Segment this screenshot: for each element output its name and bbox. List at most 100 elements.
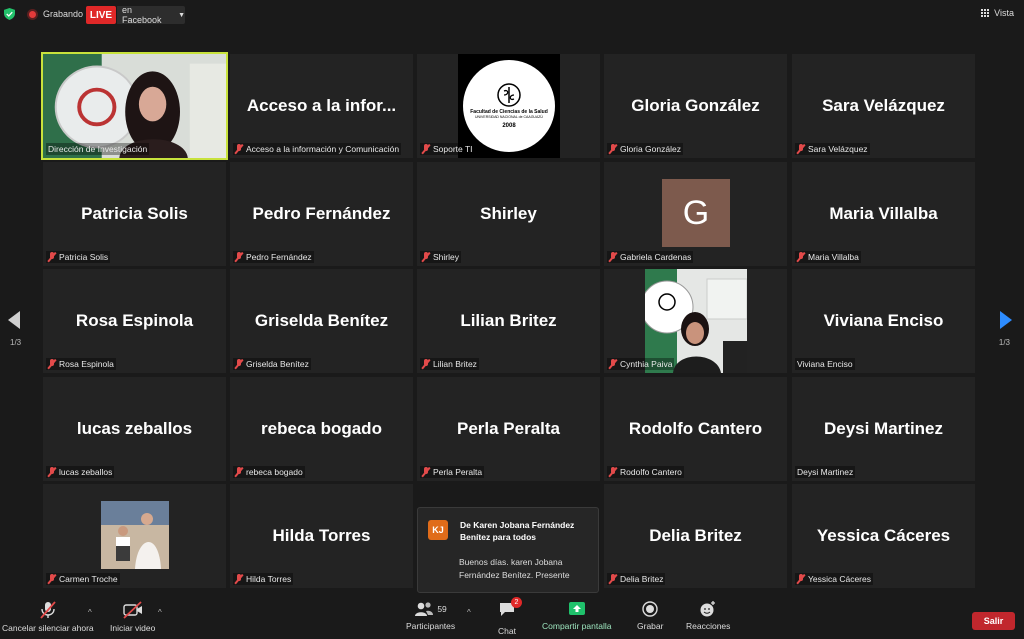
video-options-caret-icon[interactable]: ^	[158, 608, 162, 617]
participants-count: 59	[437, 604, 447, 614]
participant-tile[interactable]: Gloria González Gloria González	[604, 54, 787, 158]
participant-tile[interactable]: Carmen Troche	[43, 484, 226, 588]
participant-tile[interactable]: Dirección de Investigación	[41, 52, 228, 160]
participant-tile[interactable]: Perla Peralta Perla Peralta	[417, 377, 600, 481]
participant-name: Patricia Solis	[59, 252, 109, 262]
unmute-button[interactable]: Cancelar silenciar ahora	[2, 600, 94, 633]
participants-group: 59	[414, 600, 447, 618]
participant-name: Shirley	[433, 252, 459, 262]
mic-muted-icon	[422, 359, 430, 369]
unmute-label: Cancelar silenciar ahora	[2, 623, 94, 633]
participant-tile[interactable]: Griselda Benítez Griselda Benítez	[230, 269, 413, 373]
participants-button[interactable]: 59 Participantes	[406, 600, 455, 631]
participant-name: Maria Villalba	[808, 252, 859, 262]
participant-tile[interactable]: Deysi Martinez Deysi Martinez	[792, 377, 975, 481]
mic-muted-icon	[235, 252, 243, 262]
participant-name: Cynthia Paiva	[620, 359, 673, 369]
mic-muted-icon	[235, 144, 243, 154]
participant-name-label: Gloria González	[607, 143, 683, 155]
grid-view-icon	[981, 8, 990, 18]
page-indicator-left: 1/3	[10, 338, 22, 347]
participant-name-label: lucas zeballos	[46, 466, 115, 478]
reactions-button[interactable]: Reacciones	[686, 600, 730, 631]
participant-tile[interactable]: Acceso a la infor... Acceso a la informac…	[230, 54, 413, 158]
participant-avatar: G	[662, 179, 730, 247]
participant-name-label: Soporte TI	[420, 143, 475, 155]
share-screen-button[interactable]: Compartir pantalla	[542, 600, 611, 631]
participant-tile[interactable]: Patricia Solis Patricia Solis	[43, 162, 226, 266]
participant-name-label: Griselda Benítez	[233, 358, 311, 370]
recording-label: Grabando	[43, 9, 84, 19]
live-target-dropdown[interactable]: en Facebook ▼	[117, 5, 185, 25]
audio-options-caret-icon[interactable]: ^	[88, 608, 92, 617]
mic-muted-icon	[422, 252, 430, 262]
mic-muted-icon	[609, 252, 617, 262]
chat-badge: 2	[511, 597, 522, 608]
participant-tile[interactable]: Hilda Torres Hilda Torres	[230, 484, 413, 588]
participant-name: Gloria González	[620, 144, 681, 154]
video-label: Iniciar video	[110, 623, 156, 633]
shield-icon[interactable]	[4, 8, 15, 20]
mic-muted-icon	[797, 574, 805, 584]
participant-tile[interactable]: Cynthia Paiva	[604, 269, 787, 373]
record-button[interactable]: Grabar	[637, 600, 663, 631]
participant-name-label: Deysi Martinez	[795, 466, 856, 478]
chat-notification[interactable]: KJ De Karen Jobana Fernández Benítez par…	[417, 507, 599, 593]
chat-button[interactable]: 2 Chat	[498, 597, 522, 636]
participant-name-label: Yessica Cáceres	[795, 573, 873, 585]
view-label: Vista	[994, 8, 1014, 18]
participant-tile[interactable]: Lilian Britez Lilian Britez	[417, 269, 600, 373]
participant-name-label: Shirley	[420, 251, 461, 263]
participant-name: Griselda Benítez	[246, 359, 309, 369]
participant-tile[interactable]: Rosa Espinola Rosa Espinola	[43, 269, 226, 373]
participant-name-label: Lilian Britez	[420, 358, 479, 370]
participant-name: Lilian Britez	[433, 359, 477, 369]
caret-down-icon: ▼	[178, 11, 185, 19]
mic-muted-icon	[40, 601, 56, 619]
participant-name: Acceso a la información y Comunicación	[246, 144, 400, 154]
leave-button[interactable]: Salir	[972, 612, 1015, 630]
participant-name: Perla Peralta	[433, 467, 483, 477]
participant-name: rebeca bogado	[246, 467, 303, 477]
mic-muted-icon	[48, 252, 56, 262]
reactions-label: Reacciones	[686, 621, 731, 631]
mic-muted-icon	[797, 252, 805, 262]
mic-muted-icon	[609, 359, 617, 369]
live-badge[interactable]: LIVE	[86, 6, 116, 24]
mic-muted-icon	[609, 467, 617, 477]
mic-muted-icon	[48, 467, 56, 477]
participant-tile[interactable]: Yessica Cáceres Yessica Cáceres	[792, 484, 975, 588]
participant-name: Viviana Enciso	[797, 359, 853, 369]
prev-page-arrow-icon[interactable]	[8, 311, 20, 329]
mic-muted-icon	[48, 574, 56, 584]
logo-line-2: UNIVERSIDAD NACIONAL de CAAGUAZÚ	[475, 115, 543, 119]
start-video-button[interactable]: Iniciar video	[110, 600, 155, 633]
participant-tile[interactable]: rebeca bogado rebeca bogado	[230, 377, 413, 481]
recording-icon[interactable]	[27, 9, 38, 20]
participant-name-label: Carmen Troche	[46, 573, 120, 585]
participant-tile[interactable]: Maria Villalba Maria Villalba	[792, 162, 975, 266]
participant-tile[interactable]: Shirley Shirley	[417, 162, 600, 266]
participant-name: Rosa Espinola	[59, 359, 114, 369]
participant-name-label: Sara Velázquez	[795, 143, 870, 155]
mic-muted-icon	[235, 467, 243, 477]
participant-tile[interactable]: lucas zeballos lucas zeballos	[43, 377, 226, 481]
participant-tile[interactable]: Rodolfo Cantero Rodolfo Cantero	[604, 377, 787, 481]
participant-name: Hilda Torres	[246, 574, 292, 584]
mic-muted-icon	[235, 359, 243, 369]
participant-name: Sara Velázquez	[808, 144, 868, 154]
participants-label: Participantes	[406, 621, 456, 631]
live-target-label: en Facebook	[122, 5, 162, 25]
participant-tile[interactable]: Viviana Enciso Viviana Enciso	[792, 269, 975, 373]
next-page-arrow-icon[interactable]	[1000, 311, 1012, 329]
participant-tile[interactable]: G Gabriela Cardenas	[604, 162, 787, 266]
record-label: Grabar	[637, 621, 664, 631]
participant-tile[interactable]: Sara Velázquez Sara Velázquez	[792, 54, 975, 158]
participant-tile[interactable]: Facultad de Ciencias de la Salud UNIVERSI…	[417, 54, 600, 158]
participants-options-caret-icon[interactable]: ^	[467, 608, 471, 617]
participant-tile[interactable]: Delia Britez Delia Britez	[604, 484, 787, 588]
view-button[interactable]: Vista	[981, 8, 1014, 18]
participant-tile[interactable]: Pedro Fernández Pedro Fernández	[230, 162, 413, 266]
mic-muted-icon	[609, 144, 617, 154]
participant-name: Carmen Troche	[59, 574, 118, 584]
